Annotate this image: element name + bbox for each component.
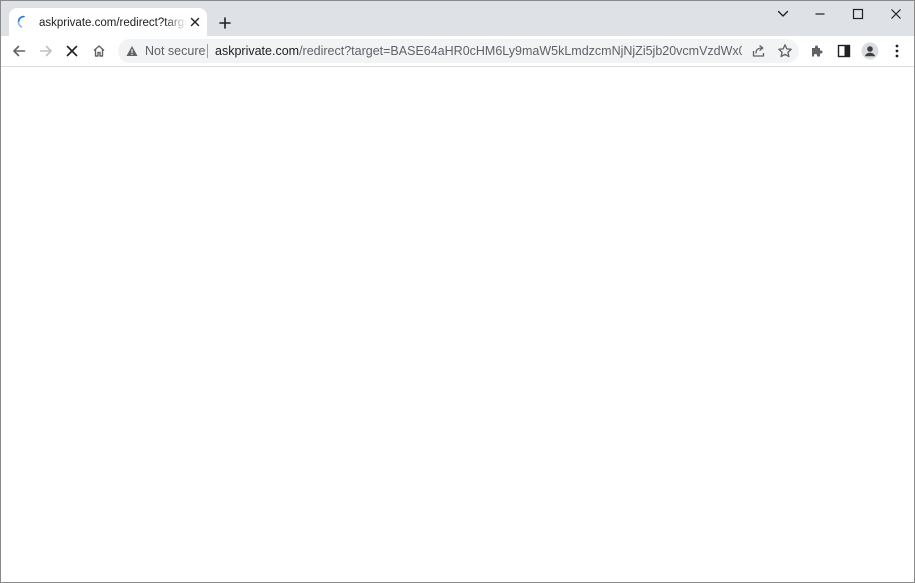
stop-icon bbox=[66, 45, 78, 57]
new-tab-button[interactable] bbox=[215, 13, 235, 33]
arrow-right-icon bbox=[39, 44, 53, 58]
active-tab[interactable]: askprivate.com/redirect?target=BASE64aHR… bbox=[9, 8, 207, 36]
profile-icon bbox=[861, 42, 879, 60]
url-path: /redirect?target=BASE64aHR0cHM6Ly9maW5kL… bbox=[299, 44, 742, 58]
page-content bbox=[1, 67, 914, 582]
close-icon[interactable] bbox=[187, 14, 203, 30]
omnibox-divider bbox=[207, 44, 208, 58]
forward-button[interactable] bbox=[36, 41, 56, 61]
home-button[interactable] bbox=[89, 41, 109, 61]
url-host: askprivate.com bbox=[215, 44, 300, 58]
arrow-left-icon bbox=[12, 44, 26, 58]
star-icon[interactable] bbox=[777, 43, 793, 59]
back-button[interactable] bbox=[9, 41, 29, 61]
side-panel-icon bbox=[837, 44, 851, 58]
profile-button[interactable] bbox=[860, 41, 880, 61]
home-icon bbox=[92, 44, 106, 58]
url-text[interactable]: askprivate.com/redirect?target=BASE64aHR… bbox=[215, 43, 742, 59]
extensions-button[interactable] bbox=[807, 41, 827, 61]
security-status-label[interactable]: Not secure bbox=[145, 43, 205, 59]
close-icon bbox=[890, 8, 902, 20]
minimize-button[interactable] bbox=[809, 4, 831, 24]
plus-icon bbox=[219, 17, 231, 29]
loading-spinner-icon bbox=[17, 15, 31, 29]
maximize-icon bbox=[852, 8, 864, 20]
chevron-down-icon bbox=[777, 10, 789, 18]
puzzle-icon bbox=[810, 44, 824, 58]
menu-button[interactable] bbox=[887, 41, 907, 61]
tab-strip: askprivate.com/redirect?target=BASE64aHR… bbox=[1, 1, 914, 36]
omnibox[interactable]: Not secure askprivate.com/redirect?targe… bbox=[118, 39, 799, 63]
stop-button[interactable] bbox=[62, 41, 82, 61]
share-icon[interactable] bbox=[751, 43, 767, 59]
browser-window: askprivate.com/redirect?target=BASE64aHR… bbox=[0, 0, 915, 583]
maximize-button[interactable] bbox=[847, 4, 869, 24]
toolbar: Not secure askprivate.com/redirect?targe… bbox=[1, 36, 914, 67]
side-panel-button[interactable] bbox=[834, 41, 854, 61]
warning-icon[interactable] bbox=[126, 45, 138, 57]
tab-search-button[interactable] bbox=[772, 4, 794, 24]
tab-title: askprivate.com/redirect?target=BASE64aHR… bbox=[39, 17, 187, 29]
close-window-button[interactable] bbox=[885, 4, 907, 24]
kebab-menu-icon bbox=[895, 44, 899, 58]
minimize-icon bbox=[814, 8, 826, 20]
